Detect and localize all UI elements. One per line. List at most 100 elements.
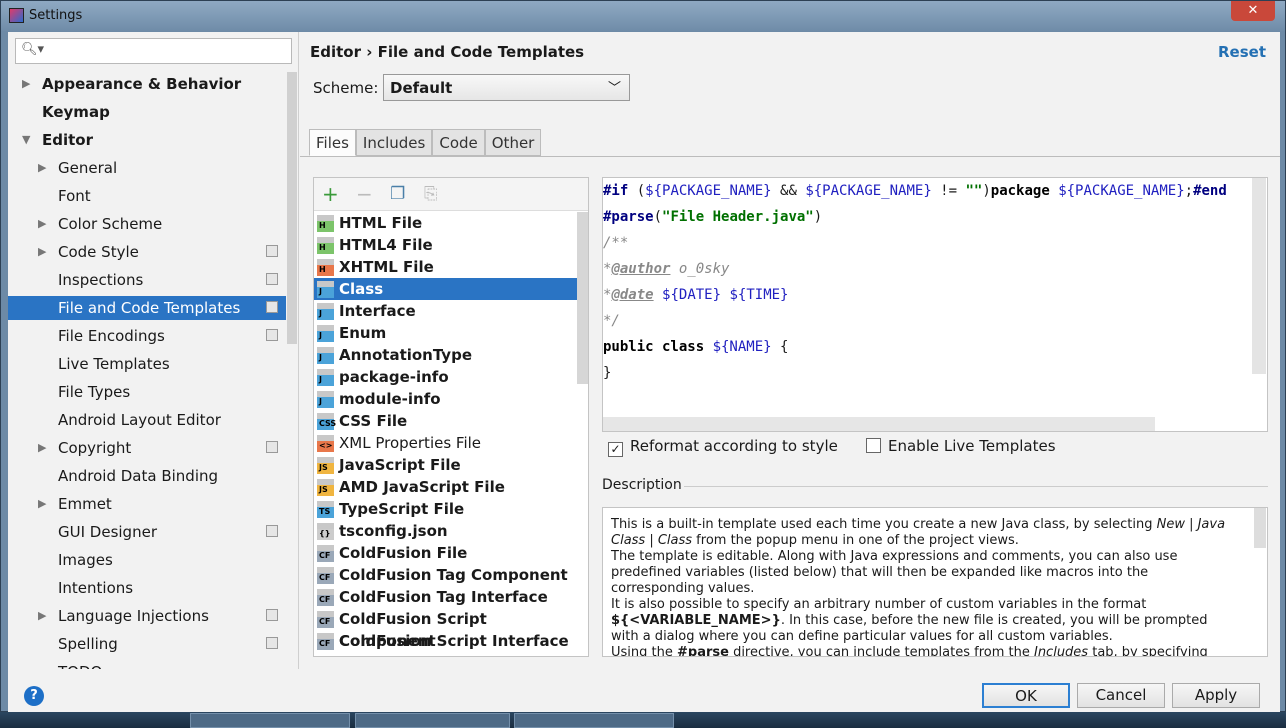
code-token: ) xyxy=(813,209,823,225)
editor-horizontal-scrollbar[interactable] xyxy=(603,417,1155,431)
scheme-dropdown[interactable]: Default ﹀ xyxy=(383,74,630,101)
sidebar-item[interactable]: Android Layout Editor xyxy=(8,408,286,432)
tab-code[interactable]: Code xyxy=(432,129,485,156)
sidebar-item[interactable]: Intentions xyxy=(8,576,286,600)
sidebar-item[interactable]: Font xyxy=(8,184,286,208)
sidebar-item[interactable]: ▶ Color Scheme xyxy=(8,212,286,236)
sidebar-item[interactable]: ▶ Code Style xyxy=(8,240,286,264)
sidebar-item[interactable]: ▶ General xyxy=(8,156,286,180)
editor-vertical-scrollbar[interactable] xyxy=(1252,178,1266,374)
checkbox-unchecked-icon xyxy=(866,438,881,453)
sidebar-item[interactable]: Live Templates xyxy=(8,352,286,376)
template-list-item[interactable]: TS TypeScript File xyxy=(314,498,588,520)
template-list-item[interactable]: CF ColdFusion Script Component xyxy=(314,608,588,650)
remove-icon[interactable]: − xyxy=(356,182,373,206)
sidebar-item[interactable]: GUI Designer xyxy=(8,520,286,544)
file-type-icon: J xyxy=(317,303,334,320)
file-type-icon: CSS xyxy=(317,413,336,430)
template-list-item[interactable]: {} tsconfig.json xyxy=(314,520,588,542)
project-scope-icon xyxy=(266,441,278,453)
sidebar-item[interactable]: Inspections xyxy=(8,268,286,292)
template-list-item[interactable]: CF ColdFusion Tag Component xyxy=(314,564,588,586)
template-name: Class xyxy=(339,280,384,298)
template-list-item[interactable]: CSS CSS File xyxy=(314,410,588,432)
close-button[interactable]: ✕ xyxy=(1231,1,1275,21)
reset-template-icon[interactable]: ⎘ xyxy=(424,184,438,204)
chevron-right-icon[interactable]: ▶ xyxy=(22,72,30,96)
sidebar-item[interactable]: ▼ Editor xyxy=(8,128,286,152)
description-scrollbar[interactable] xyxy=(1254,508,1266,548)
template-editor[interactable]: #if (${PACKAGE_NAME} && ${PACKAGE_NAME} … xyxy=(602,177,1268,432)
live-templates-label: Enable Live Templates xyxy=(888,437,1056,455)
taskbar-item[interactable] xyxy=(190,713,350,728)
copy-icon[interactable]: ❐ xyxy=(390,184,405,204)
file-type-icon: J xyxy=(317,347,334,364)
chevron-right-icon[interactable]: ▶ xyxy=(38,492,46,516)
sidebar-item[interactable]: TODO xyxy=(8,660,286,669)
file-type-icon: J xyxy=(317,325,334,342)
sidebar-item[interactable]: Keymap xyxy=(8,100,286,124)
chevron-right-icon[interactable]: ▶ xyxy=(38,604,46,628)
sidebar-item[interactable]: Images xyxy=(8,548,286,572)
template-name: ColdFusion Tag Component xyxy=(339,566,568,584)
template-list-item[interactable]: CF ColdFusion Tag Interface xyxy=(314,586,588,608)
reset-link[interactable]: Reset xyxy=(1218,43,1266,61)
template-list-item[interactable]: Jpackage-info xyxy=(314,366,588,388)
list-scrollbar[interactable] xyxy=(577,212,588,384)
sidebar-scrollbar[interactable] xyxy=(287,72,297,344)
template-list-item[interactable]: JS JavaScript File xyxy=(314,454,588,476)
template-list-item[interactable]: H HTML File xyxy=(314,212,588,234)
live-templates-checkbox[interactable]: Enable Live Templates xyxy=(866,437,1056,455)
chevron-down-icon[interactable]: ▼ xyxy=(22,128,30,152)
template-name: HTML4 File xyxy=(339,236,433,254)
template-list-item[interactable]: Jmodule-info xyxy=(314,388,588,410)
template-list-item[interactable]: J Class xyxy=(314,278,588,300)
breadcrumb-parent[interactable]: Editor xyxy=(310,43,361,61)
tab-includes[interactable]: Includes xyxy=(355,129,433,156)
project-scope-icon xyxy=(266,245,278,257)
apply-button[interactable]: Apply xyxy=(1172,683,1260,708)
sidebar-item[interactable]: ▶ Emmet xyxy=(8,492,286,516)
code-token: @author xyxy=(611,261,671,277)
tab-other[interactable]: Other xyxy=(484,129,542,156)
chevron-right-icon[interactable]: ▶ xyxy=(38,212,46,236)
add-icon[interactable]: + xyxy=(322,182,339,206)
taskbar-item[interactable] xyxy=(355,713,510,728)
sidebar-item[interactable]: ▶ Appearance & Behavior xyxy=(8,72,286,96)
template-name: Enum xyxy=(339,324,387,342)
sidebar-item-label: Color Scheme xyxy=(58,215,163,233)
sidebar-item-label: Images xyxy=(58,551,113,569)
template-list-item[interactable]: H HTML4 File xyxy=(314,234,588,256)
cancel-button[interactable]: Cancel xyxy=(1077,683,1165,708)
ok-button[interactable]: OK xyxy=(982,683,1070,708)
sidebar-item[interactable]: File Types xyxy=(8,380,286,404)
sidebar-item[interactable]: Android Data Binding xyxy=(8,464,286,488)
template-list-item[interactable]: J Enum xyxy=(314,322,588,344)
chevron-right-icon[interactable]: ▶ xyxy=(38,436,46,460)
template-list-item[interactable]: CF ColdFusion Script Interface xyxy=(314,630,588,652)
chevron-right-icon[interactable]: ▶ xyxy=(38,240,46,264)
sidebar-item[interactable]: ▶ Copyright xyxy=(8,436,286,460)
template-list-item[interactable]: J Interface xyxy=(314,300,588,322)
taskbar-item[interactable] xyxy=(514,713,674,728)
template-list-item[interactable]: H XHTML File xyxy=(314,256,588,278)
help-button[interactable]: ? xyxy=(24,686,44,706)
sidebar-item[interactable]: ▶ Language Injections xyxy=(8,604,286,628)
sidebar-item[interactable]: File Encodings xyxy=(8,324,286,348)
code-token: } xyxy=(603,365,612,381)
settings-search-input[interactable]: 🔍︎▾ xyxy=(15,38,292,64)
code-token: #if xyxy=(603,183,629,199)
sidebar-item[interactable]: File and Code Templates xyxy=(8,296,286,320)
reformat-label: Reformat according to style xyxy=(630,437,838,455)
reformat-checkbox[interactable]: ✓ Reformat according to style xyxy=(608,437,838,457)
template-list-item[interactable]: JS AMD JavaScript File xyxy=(314,476,588,498)
template-list-item[interactable]: CF ColdFusion File xyxy=(314,542,588,564)
template-list-item[interactable]: J AnnotationType xyxy=(314,344,588,366)
template-name: module-info xyxy=(339,390,441,408)
code-token: ${NAME} xyxy=(712,339,772,355)
chevron-right-icon[interactable]: ▶ xyxy=(38,156,46,180)
template-list-item[interactable]: <> XML Properties File xyxy=(314,432,588,454)
code-line: *@date ${DATE} ${TIME} xyxy=(603,282,789,308)
tab-files[interactable]: Files xyxy=(309,129,356,156)
sidebar-item[interactable]: Spelling xyxy=(8,632,286,656)
